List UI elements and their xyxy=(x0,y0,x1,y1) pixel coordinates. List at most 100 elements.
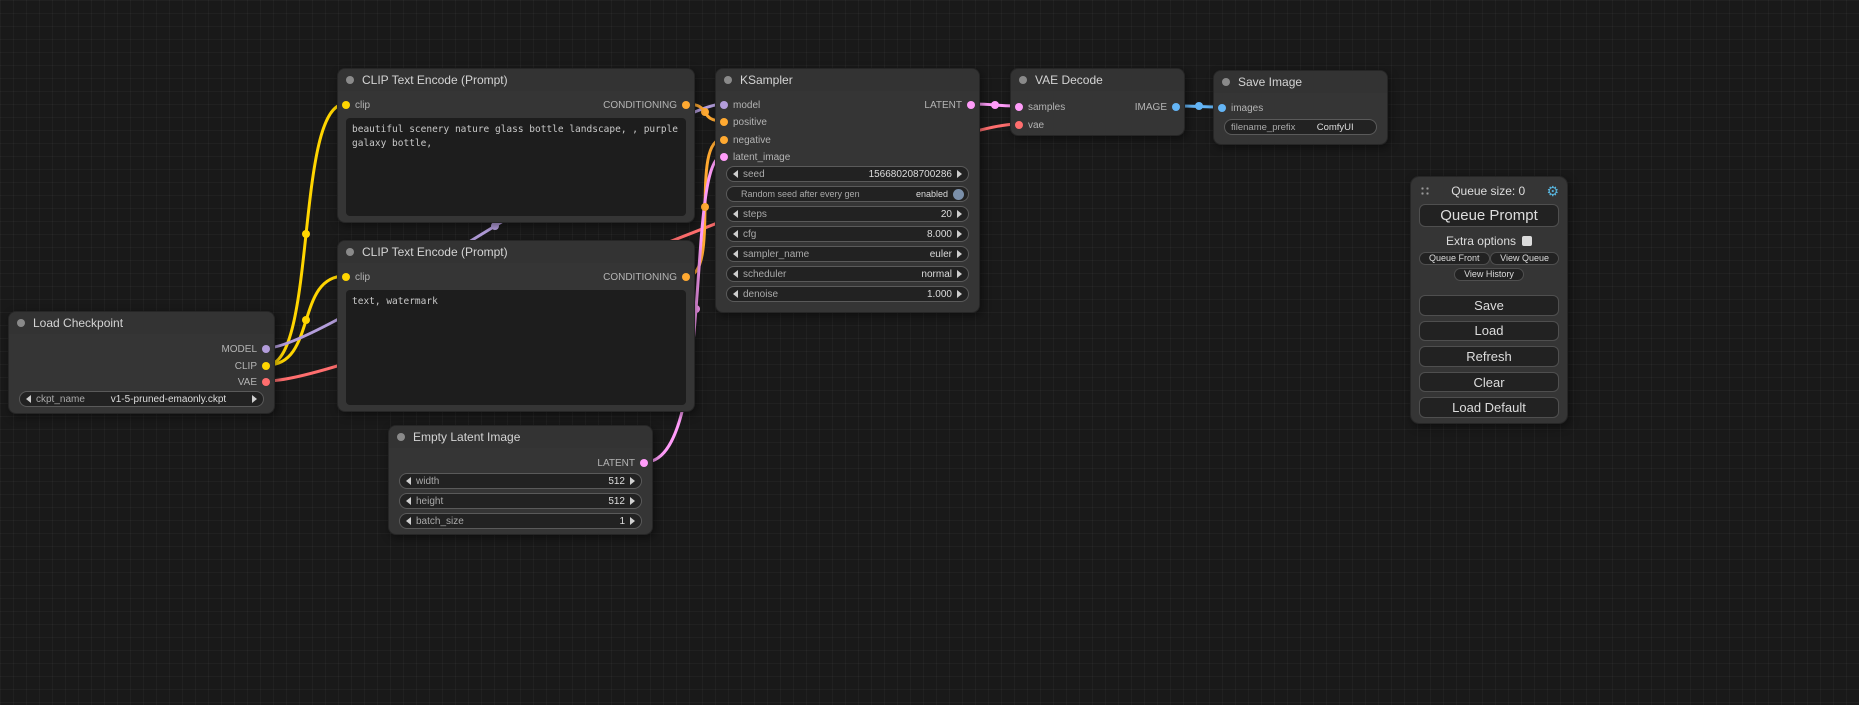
node-collapse-dot[interactable] xyxy=(17,319,25,327)
model-output-port[interactable]: MODEL xyxy=(221,342,270,356)
ckpt-name-widget[interactable]: ckpt_name v1-5-pruned-emaonly.ckpt xyxy=(19,391,264,407)
port-dot[interactable] xyxy=(682,273,690,281)
latent-image-input-port[interactable]: latent_image xyxy=(720,150,790,164)
decrement-icon[interactable] xyxy=(406,497,411,505)
port-dot[interactable] xyxy=(720,153,728,161)
filename-prefix-widget[interactable]: filename_prefix ComfyUI xyxy=(1224,119,1377,135)
save-button[interactable]: Save xyxy=(1419,295,1559,316)
conditioning-output-port[interactable]: CONDITIONING xyxy=(603,98,690,112)
node-title-bar[interactable]: Load Checkpoint xyxy=(9,312,274,334)
node-load-checkpoint[interactable]: Load Checkpoint MODEL CLIP VAE ckpt_name… xyxy=(8,311,275,414)
port-dot[interactable] xyxy=(1218,104,1226,112)
image-output-port[interactable]: IMAGE xyxy=(1135,100,1180,114)
port-dot[interactable] xyxy=(1172,103,1180,111)
node-collapse-dot[interactable] xyxy=(1222,78,1230,86)
clip-input-port[interactable]: clip xyxy=(342,98,370,112)
decrement-icon[interactable] xyxy=(733,170,738,178)
combo-prev-icon[interactable] xyxy=(733,250,738,258)
batch-size-widget[interactable]: batch_size 1 xyxy=(399,513,642,529)
images-input-port[interactable]: images xyxy=(1218,101,1263,115)
port-dot[interactable] xyxy=(342,273,350,281)
height-widget[interactable]: height 512 xyxy=(399,493,642,509)
node-collapse-dot[interactable] xyxy=(346,248,354,256)
random-seed-toggle-widget[interactable]: Random seed after every gen enabled xyxy=(726,186,969,202)
node-title-bar[interactable]: Empty Latent Image xyxy=(389,426,652,448)
decrement-icon[interactable] xyxy=(406,477,411,485)
latent-output-port[interactable]: LATENT xyxy=(597,456,648,470)
combo-next-icon[interactable] xyxy=(252,395,257,403)
node-empty-latent-image[interactable]: Empty Latent Image LATENT width 512 heig… xyxy=(388,425,653,535)
port-dot[interactable] xyxy=(640,459,648,467)
view-history-button[interactable]: View History xyxy=(1454,268,1524,281)
combo-next-icon[interactable] xyxy=(957,270,962,278)
increment-icon[interactable] xyxy=(630,497,635,505)
port-dot[interactable] xyxy=(720,101,728,109)
port-dot[interactable] xyxy=(262,378,270,386)
port-dot[interactable] xyxy=(342,101,350,109)
node-title-bar[interactable]: CLIP Text Encode (Prompt) xyxy=(338,69,694,91)
samples-input-port[interactable]: samples xyxy=(1015,100,1065,114)
port-dot[interactable] xyxy=(720,136,728,144)
node-title-bar[interactable]: KSampler xyxy=(716,69,979,91)
node-collapse-dot[interactable] xyxy=(1019,76,1027,84)
node-collapse-dot[interactable] xyxy=(724,76,732,84)
seed-widget[interactable]: seed 156680208700286 xyxy=(726,166,969,182)
increment-icon[interactable] xyxy=(630,517,635,525)
decrement-icon[interactable] xyxy=(406,517,411,525)
clear-button[interactable]: Clear xyxy=(1419,372,1559,393)
queue-prompt-button[interactable]: Queue Prompt xyxy=(1419,204,1559,228)
sampler-name-widget[interactable]: sampler_name euler xyxy=(726,246,969,262)
node-collapse-dot[interactable] xyxy=(346,76,354,84)
extra-options-checkbox[interactable] xyxy=(1522,236,1532,246)
clip-output-port[interactable]: CLIP xyxy=(235,359,270,373)
queue-front-button[interactable]: Queue Front xyxy=(1419,252,1490,265)
port-dot[interactable] xyxy=(720,118,728,126)
increment-icon[interactable] xyxy=(957,170,962,178)
decrement-icon[interactable] xyxy=(733,210,738,218)
refresh-button[interactable]: Refresh xyxy=(1419,346,1559,367)
latent-output-port[interactable]: LATENT xyxy=(924,98,975,112)
node-title-bar[interactable]: CLIP Text Encode (Prompt) xyxy=(338,241,694,263)
steps-widget[interactable]: steps 20 xyxy=(726,206,969,222)
port-dot[interactable] xyxy=(1015,103,1023,111)
node-title-bar[interactable]: Save Image xyxy=(1214,71,1387,93)
prompt-text-area[interactable]: text, watermark xyxy=(346,290,686,405)
node-clip-text-encode-negative[interactable]: CLIP Text Encode (Prompt) clip CONDITION… xyxy=(337,240,695,412)
model-input-port[interactable]: model xyxy=(720,98,760,112)
decrement-icon[interactable] xyxy=(733,290,738,298)
combo-next-icon[interactable] xyxy=(957,250,962,258)
prompt-text-area[interactable]: beautiful scenery nature glass bottle la… xyxy=(346,118,686,216)
port-dot[interactable] xyxy=(262,345,270,353)
decrement-icon[interactable] xyxy=(733,230,738,238)
view-queue-button[interactable]: View Queue xyxy=(1490,252,1559,265)
increment-icon[interactable] xyxy=(630,477,635,485)
combo-prev-icon[interactable] xyxy=(733,270,738,278)
increment-icon[interactable] xyxy=(957,210,962,218)
node-vae-decode[interactable]: VAE Decode samples vae IMAGE xyxy=(1010,68,1185,136)
negative-input-port[interactable]: negative xyxy=(720,133,771,147)
gear-icon[interactable]: ⚙ xyxy=(1546,184,1559,198)
width-widget[interactable]: width 512 xyxy=(399,473,642,489)
load-button[interactable]: Load xyxy=(1419,321,1559,342)
node-clip-text-encode-positive[interactable]: CLIP Text Encode (Prompt) clip CONDITION… xyxy=(337,68,695,223)
positive-input-port[interactable]: positive xyxy=(720,115,767,129)
conditioning-output-port[interactable]: CONDITIONING xyxy=(603,270,690,284)
increment-icon[interactable] xyxy=(957,230,962,238)
menu-drag-handle[interactable] xyxy=(1419,185,1430,197)
combo-prev-icon[interactable] xyxy=(26,395,31,403)
increment-icon[interactable] xyxy=(957,290,962,298)
vae-input-port[interactable]: vae xyxy=(1015,118,1044,132)
load-default-button[interactable]: Load Default xyxy=(1419,397,1559,418)
scheduler-widget[interactable]: scheduler normal xyxy=(726,266,969,282)
node-ksampler[interactable]: KSampler model positive negative latent_… xyxy=(715,68,980,313)
toggle-icon[interactable] xyxy=(953,189,964,200)
clip-input-port[interactable]: clip xyxy=(342,270,370,284)
node-save-image[interactable]: Save Image images filename_prefix ComfyU… xyxy=(1213,70,1388,145)
port-dot[interactable] xyxy=(682,101,690,109)
vae-output-port[interactable]: VAE xyxy=(238,375,270,389)
node-title-bar[interactable]: VAE Decode xyxy=(1011,69,1184,91)
cfg-widget[interactable]: cfg 8.000 xyxy=(726,226,969,242)
denoise-widget[interactable]: denoise 1.000 xyxy=(726,286,969,302)
port-dot[interactable] xyxy=(262,362,270,370)
port-dot[interactable] xyxy=(967,101,975,109)
